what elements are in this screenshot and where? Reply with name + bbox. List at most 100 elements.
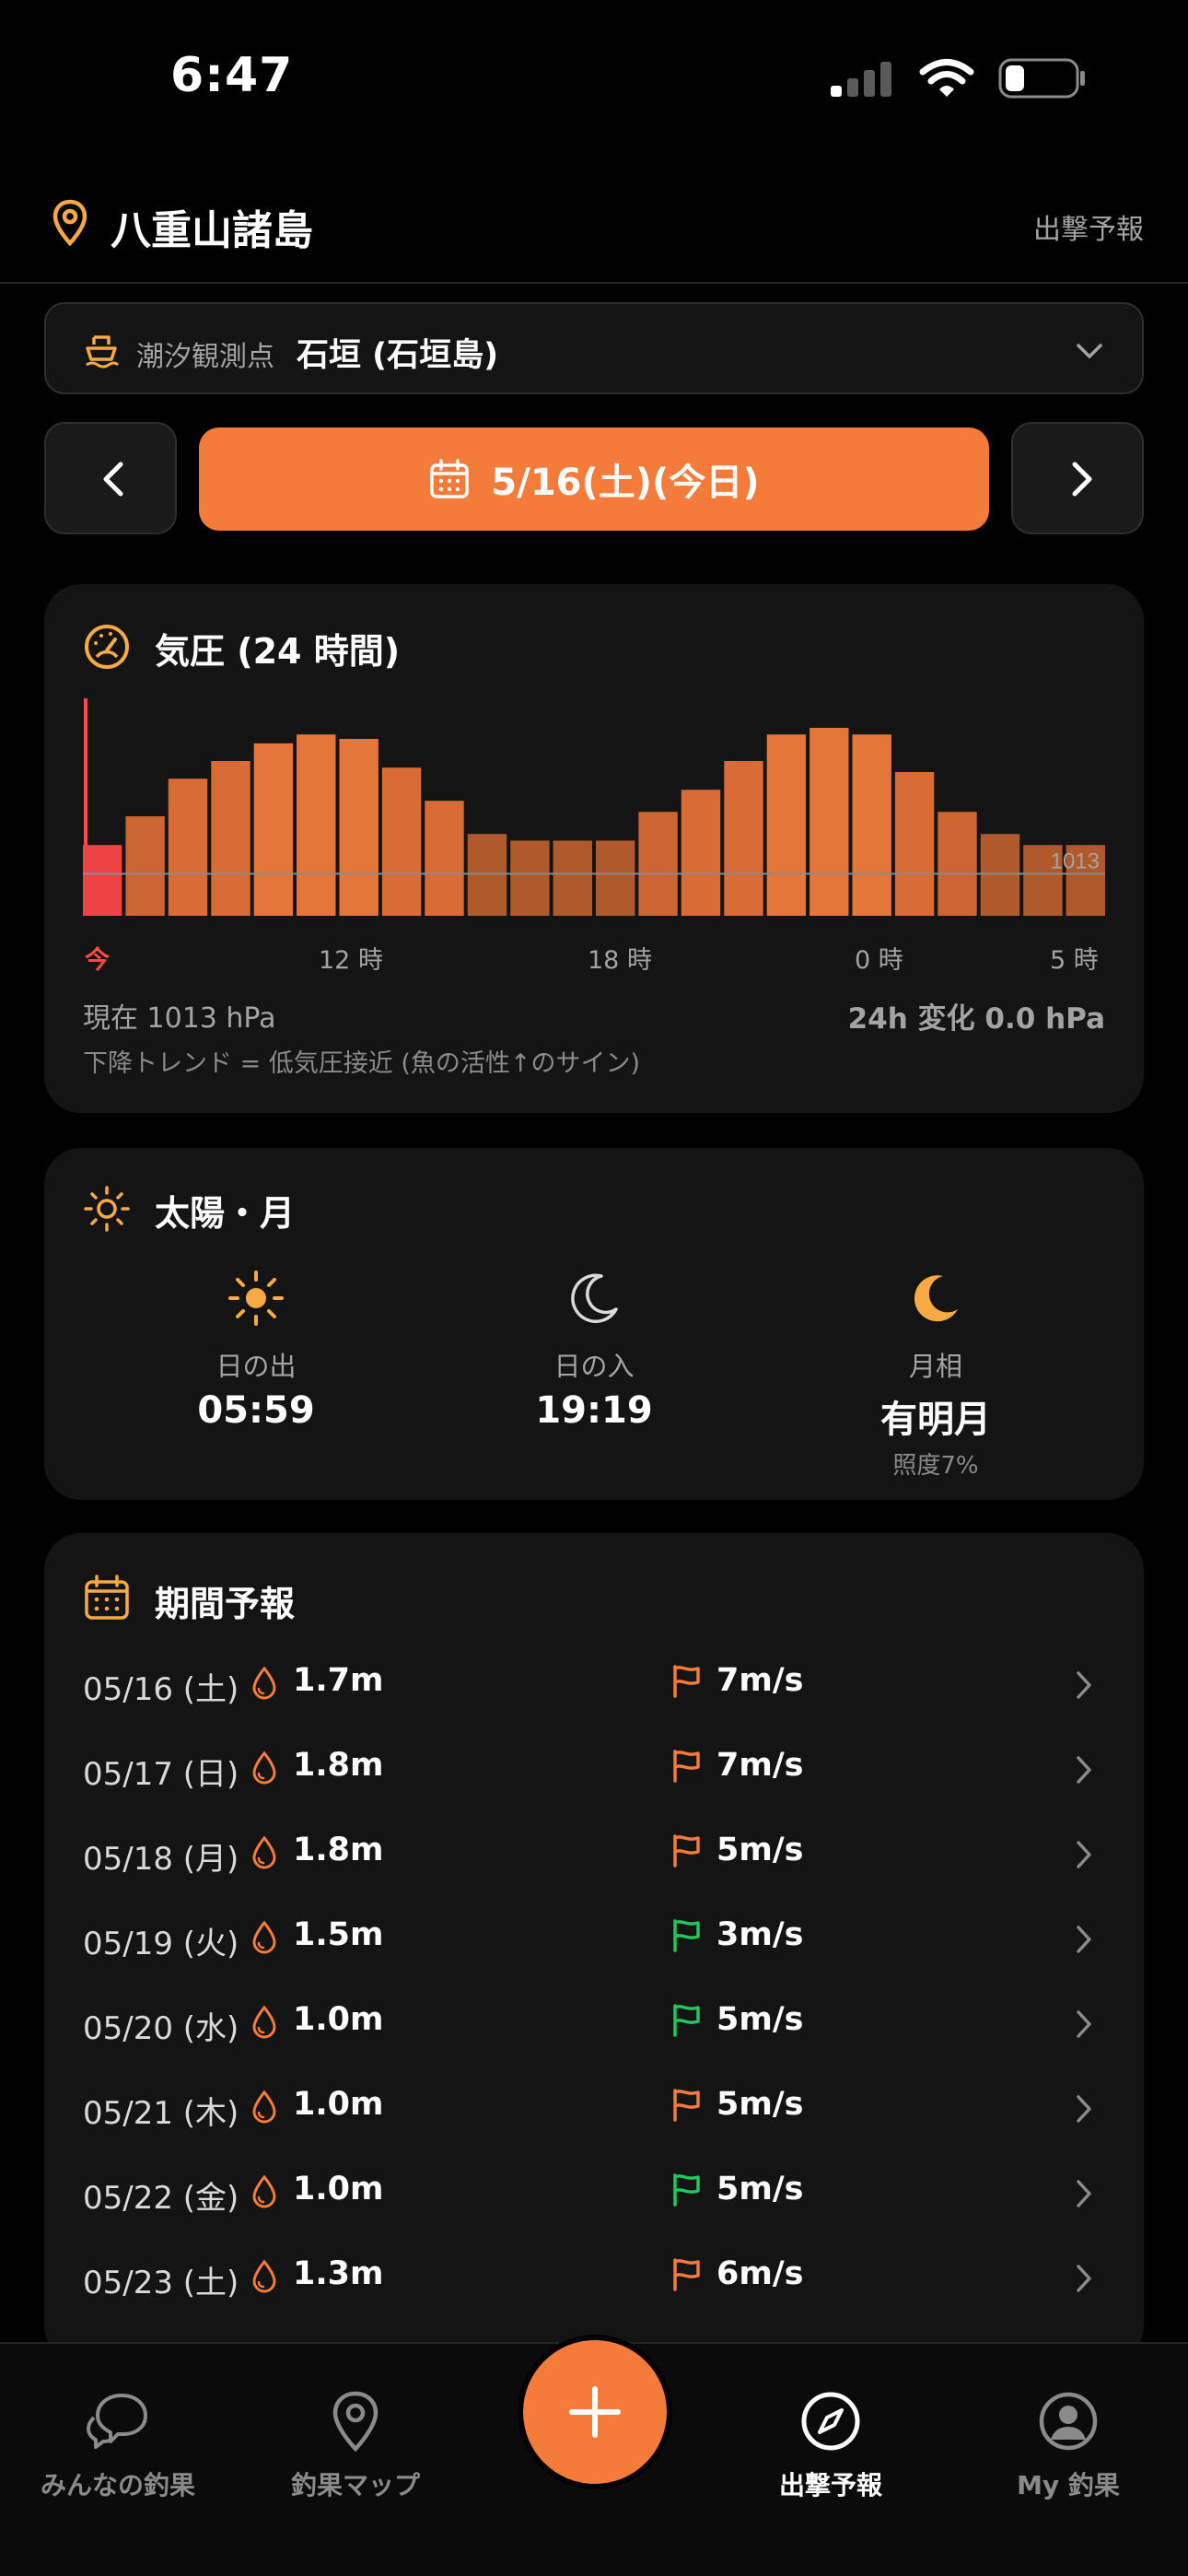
tab-community[interactable]: みんなの釣果 [7,2388,228,2502]
chevron-down-icon [1077,344,1102,358]
pressure-bar [980,834,1020,916]
pressure-card: 気圧 (24 時間) 1013 今 12 時 18 時 0 時 5 時 現在 1… [44,584,1144,1113]
water-drop-icon [252,1751,276,1785]
forecast-date: 05/16 (土) [83,1671,239,1708]
forecast-row[interactable]: 05/16 (土) 1.7m 7m/s [44,1642,1144,1727]
sun-moon-card: 太陽・月 日の出 05:59 日の入 19:19 月相 有明月 照度7% [44,1148,1144,1500]
flag-icon [673,1919,700,1952]
wave-height: 1.7m [293,1662,384,1699]
pressure-current: 現在 1013 hPa [83,1002,276,1035]
calendar-icon [85,1575,129,1620]
pressure-bar [553,840,592,916]
chevron-right-icon [1077,1756,1091,1784]
pressure-bar [638,812,678,916]
chevron-right-icon [1077,2180,1091,2207]
add-catch-button[interactable] [523,2340,667,2484]
chart-tick-18: 18 時 [588,946,652,975]
forecast-date: 05/18 (月) [83,1841,239,1878]
tab-forecast[interactable]: 出撃予報 [720,2388,941,2502]
pressure-bar [339,739,379,916]
moon-phase: 有明月 [880,1399,991,1441]
chat-bubbles-icon [87,2394,147,2449]
water-drop-icon [252,2005,276,2039]
sunrise-block: 日の出 05:59 [109,1266,403,1432]
location-pin-icon [52,199,87,247]
sunrise-label: 日の出 [215,1351,297,1382]
forecast-row[interactable]: 05/18 (月) 1.8m 5m/s [44,1811,1144,1896]
tab-my-label: My 釣果 [1017,2470,1120,2500]
chevron-left-icon [103,462,123,497]
chevron-right-icon [1077,2265,1091,2292]
chart-tick-now: 今 [85,946,110,975]
chevron-right-icon [1072,462,1092,497]
moon-label: 月相 [908,1351,962,1382]
water-drop-icon [252,2259,276,2293]
sun-moon-title: 太陽・月 [155,1193,296,1234]
pressure-bar [253,743,294,916]
reference-label: 1013 [1051,849,1100,873]
chevron-right-icon [1077,1926,1091,1953]
station-label: 潮汐観測点 [136,341,274,373]
tab-my[interactable]: My 釣果 [958,2388,1179,2502]
forecast-row[interactable]: 05/17 (日) 1.8m 7m/s [44,1727,1144,1811]
moon-outline-icon [571,1273,618,1323]
forecast-row[interactable]: 05/22 (金) 1.0m 5m/s [44,2150,1144,2235]
station-value: 石垣 (石垣島) [297,337,499,374]
chevron-right-icon [1077,1671,1091,1699]
sun-outline-icon [84,1186,130,1232]
pressure-bar [125,816,165,916]
tab-community-label: みんなの釣果 [40,2470,195,2500]
wind-speed: 5m/s [716,2171,804,2207]
moon-illumination: 照度7% [892,1452,979,1480]
status-icons [829,57,1087,100]
wind-speed: 7m/s [716,1747,804,1784]
current-date-button[interactable]: 5/16(土)(今日) [199,427,989,531]
forecast-date: 05/19 (火) [83,1926,239,1962]
sunset-block: 日の入 19:19 [447,1266,741,1432]
header-forecast-link[interactable]: 出撃予報 [1033,206,1144,247]
wave-height: 1.0m [293,2086,384,2123]
status-time: 6:47 [170,48,294,103]
tab-map-label: 釣果マップ [290,2470,420,2500]
flag-icon [673,1834,700,1868]
flag-icon [673,2089,700,2122]
sunrise-time: 05:59 [197,1389,315,1432]
tab-map[interactable]: 釣果マップ [245,2388,466,2502]
chart-tick-5: 5 時 [1050,946,1099,975]
chevron-right-icon [1077,2095,1091,2123]
period-forecast-card: 期間予報 05/16 (土) 1.7m 7m/s 05/17 (日) 1.8m 7m/s 0… [44,1533,1144,2362]
tide-station-selector[interactable]: 潮汐観測点 石垣 (石垣島) [44,302,1144,394]
pressure-bar [211,761,250,916]
map-pin-icon [332,2391,379,2453]
plus-icon [569,2386,621,2438]
previous-day-button[interactable] [44,422,177,534]
forecast-row[interactable]: 05/21 (木) 1.0m 5m/s [44,2066,1144,2150]
sunset-time: 19:19 [535,1389,653,1432]
flag-icon [673,2004,700,2037]
wave-height: 1.8m [293,1832,384,1868]
pressure-bar [852,734,891,916]
forecast-row[interactable]: 05/19 (火) 1.5m 3m/s [44,1896,1144,1981]
chevron-right-icon [1077,1841,1091,1868]
pressure-title: 気圧 (24 時間) [155,631,401,672]
compass-icon [801,2392,860,2451]
pressure-bar [894,772,935,916]
flag-icon [673,2173,700,2207]
cellular-signal-icon [831,62,891,97]
forecast-row[interactable]: 05/23 (土) 1.3m 6m/s [44,2235,1144,2320]
pressure-bar-chart: 1013 [83,698,1105,916]
forecast-row[interactable]: 05/20 (水) 1.0m 5m/s [44,1981,1144,2066]
pressure-bar [168,779,208,916]
pressure-bar [724,761,763,916]
next-day-button[interactable] [1011,422,1144,534]
pressure-bar [83,845,122,916]
wind-speed: 5m/s [716,2001,804,2038]
water-drop-icon [252,2090,276,2124]
water-drop-icon [252,2174,276,2208]
current-date-label: 5/16(土)(今日) [491,462,760,504]
forecast-date: 05/17 (日) [83,1756,239,1793]
chart-tick-0: 0 時 [855,946,903,975]
wave-height: 1.0m [293,2171,384,2207]
pressure-note: 下降トレンド = 低気圧接近 (魚の活性↑のサイン) [83,1049,641,1078]
wave-height: 1.0m [293,2001,384,2038]
